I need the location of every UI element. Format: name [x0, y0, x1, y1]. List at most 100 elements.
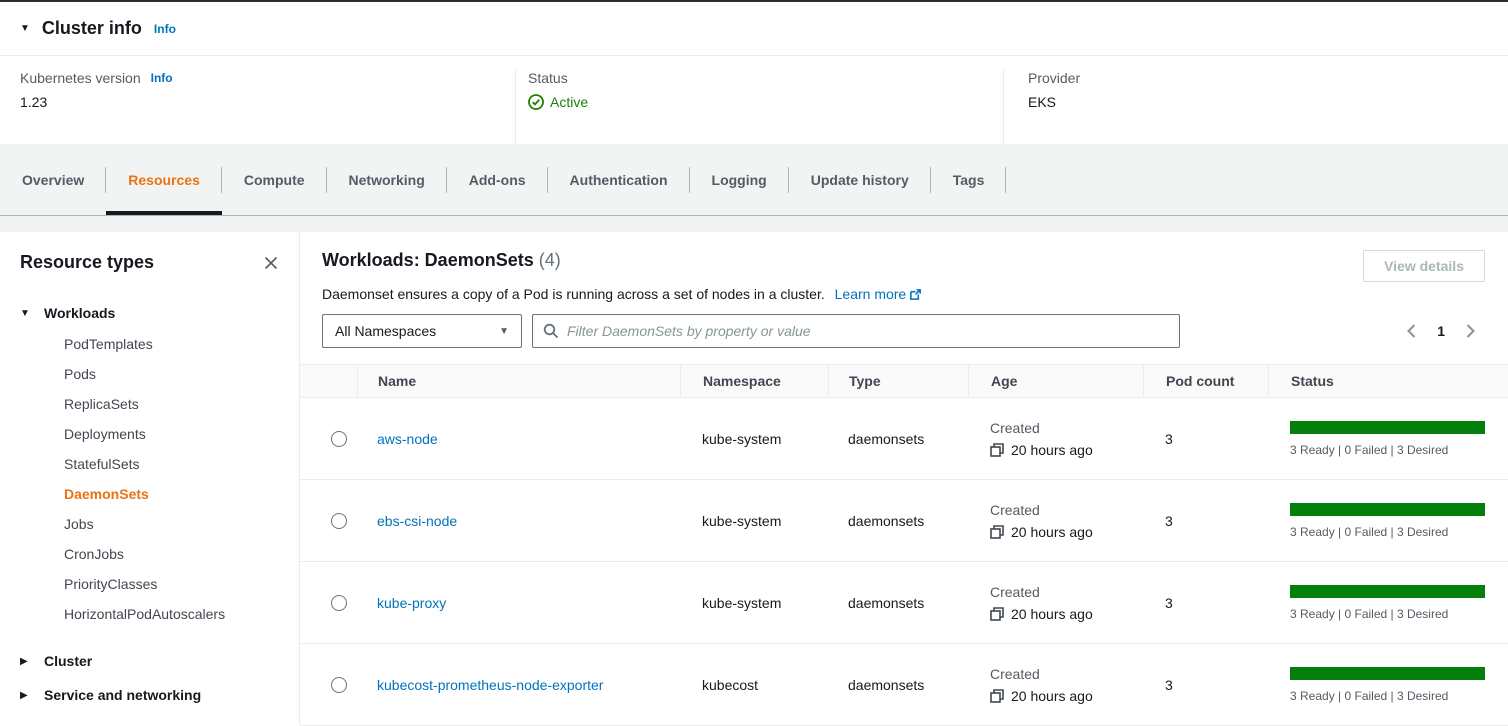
close-icon[interactable]: [263, 255, 279, 271]
view-details-button[interactable]: View details: [1363, 250, 1485, 282]
cluster-tabs: Overview Resources Compute Networking Ad…: [0, 144, 1508, 216]
namespace-cell: kubecost: [680, 677, 828, 693]
tab-resources[interactable]: Resources: [106, 144, 222, 215]
resource-types-panel: Resource types ▼ Workloads PodTemplatesP…: [0, 232, 300, 725]
pod-count-cell: 3: [1143, 513, 1268, 529]
caret-icon: ▼: [20, 308, 32, 319]
tab-authentication[interactable]: Authentication: [548, 144, 690, 215]
selection-column-header: [300, 365, 357, 397]
row-select-radio[interactable]: [331, 431, 347, 447]
sidebar-item-cronjobs[interactable]: CronJobs: [64, 539, 279, 569]
status-cell: 3 Ready | 0 Failed | 3 Desired: [1268, 503, 1508, 539]
column-header-type: Type: [828, 365, 968, 397]
daemonset-name-link[interactable]: ebs-csi-node: [377, 513, 457, 529]
daemonsets-table: Name Namespace Type Age Pod count Status…: [300, 364, 1508, 726]
daemonset-name-link[interactable]: kubecost-prometheus-node-exporter: [377, 677, 603, 693]
age-cell: Created 20 hours ago: [968, 502, 1143, 540]
tab-logging[interactable]: Logging: [690, 144, 789, 215]
table-header: Name Namespace Type Age Pod count Status: [300, 364, 1508, 398]
tab-compute[interactable]: Compute: [222, 144, 327, 215]
resource-types-title: Resource types: [20, 252, 154, 273]
namespace-select-value: All Namespaces: [335, 323, 436, 339]
status-cell: 3 Ready | 0 Failed | 3 Desired: [1268, 421, 1508, 457]
status-label: Status: [528, 70, 568, 86]
tab-update-history[interactable]: Update history: [789, 144, 931, 215]
status-field: Status Active: [515, 70, 1003, 144]
search-icon: [543, 323, 559, 339]
type-cell: daemonsets: [828, 677, 968, 693]
provider-value: EKS: [1028, 94, 1508, 110]
item-count: (4): [539, 250, 561, 270]
sidebar-item-priorityclasses[interactable]: PriorityClasses: [64, 569, 279, 599]
namespace-cell: kube-system: [680, 431, 828, 447]
copy-icon[interactable]: [990, 443, 1004, 457]
table-row: kubecost-prometheus-node-exporter kubeco…: [300, 644, 1508, 726]
panel-gap: [0, 216, 1508, 232]
tree-group-workloads[interactable]: ▼ Workloads: [20, 301, 279, 325]
collapse-caret-icon[interactable]: ▼: [20, 23, 30, 34]
sidebar-item-daemonsets[interactable]: DaemonSets: [64, 479, 279, 509]
status-cell: 3 Ready | 0 Failed | 3 Desired: [1268, 585, 1508, 621]
type-cell: daemonsets: [828, 431, 968, 447]
cluster-info-section: ▼ Cluster info Info Kubernetes version I…: [0, 2, 1508, 144]
status-bar: [1290, 503, 1485, 516]
cluster-info-title: Cluster info: [42, 18, 142, 39]
tab-tags[interactable]: Tags: [931, 144, 1007, 215]
learn-more-link[interactable]: Learn more: [835, 286, 923, 302]
search-field[interactable]: [532, 314, 1180, 348]
kubernetes-version-info-link[interactable]: Info: [151, 71, 173, 85]
status-value: Active: [550, 94, 588, 110]
sidebar-item-deployments[interactable]: Deployments: [64, 419, 279, 449]
column-header-age: Age: [968, 365, 1143, 397]
row-select-radio[interactable]: [331, 595, 347, 611]
age-cell: Created 20 hours ago: [968, 420, 1143, 458]
tab-overview[interactable]: Overview: [0, 144, 106, 215]
provider-field: Provider EKS: [1003, 70, 1508, 144]
status-bar: [1290, 421, 1485, 434]
daemonset-name-link[interactable]: aws-node: [377, 431, 438, 447]
namespace-cell: kube-system: [680, 595, 828, 611]
kubernetes-version-label: Kubernetes version: [20, 70, 141, 86]
caret-icon: ▶: [20, 656, 32, 667]
age-cell: Created 20 hours ago: [968, 584, 1143, 622]
type-cell: daemonsets: [828, 513, 968, 529]
search-input[interactable]: [567, 323, 1169, 339]
table-row: aws-node kube-system daemonsets Created …: [300, 398, 1508, 480]
table-row: kube-proxy kube-system daemonsets Create…: [300, 562, 1508, 644]
status-bar: [1290, 585, 1485, 598]
external-link-icon: [909, 288, 922, 301]
previous-page-icon[interactable]: [1406, 323, 1417, 339]
status-cell: 3 Ready | 0 Failed | 3 Desired: [1268, 667, 1508, 703]
pod-count-cell: 3: [1143, 677, 1268, 693]
tab-networking[interactable]: Networking: [327, 144, 447, 215]
tree-group-service-and-networking[interactable]: ▶ Service and networking: [20, 683, 279, 707]
copy-icon[interactable]: [990, 525, 1004, 539]
check-circle-icon: [528, 94, 544, 110]
tab-add-ons[interactable]: Add-ons: [447, 144, 548, 215]
cluster-info-info-link[interactable]: Info: [154, 22, 176, 36]
kubernetes-version-value: 1.23: [20, 94, 515, 110]
sidebar-item-horizontalpodautoscalers[interactable]: HorizontalPodAutoscalers: [64, 599, 279, 629]
resource-type-tree: ▼ Workloads PodTemplatesPodsReplicaSetsD…: [20, 301, 279, 707]
current-page-number[interactable]: 1: [1437, 323, 1445, 339]
sidebar-item-replicasets[interactable]: ReplicaSets: [64, 389, 279, 419]
provider-label: Provider: [1028, 70, 1080, 86]
sidebar-item-statefulsets[interactable]: StatefulSets: [64, 449, 279, 479]
daemonset-name-link[interactable]: kube-proxy: [377, 595, 446, 611]
kubernetes-version-field: Kubernetes version Info 1.23: [0, 70, 515, 144]
tree-group-cluster[interactable]: ▶ Cluster: [20, 649, 279, 673]
panel-description: Daemonset ensures a copy of a Pod is run…: [300, 286, 1508, 302]
age-cell: Created 20 hours ago: [968, 666, 1143, 704]
row-select-radio[interactable]: [331, 513, 347, 529]
sidebar-item-podtemplates[interactable]: PodTemplates: [64, 329, 279, 359]
row-select-radio[interactable]: [331, 677, 347, 693]
page-title: Workloads: DaemonSets (4): [322, 250, 561, 271]
sidebar-item-pods[interactable]: Pods: [64, 359, 279, 389]
pod-count-cell: 3: [1143, 431, 1268, 447]
next-page-icon[interactable]: [1465, 323, 1476, 339]
namespace-select[interactable]: All Namespaces ▼: [322, 314, 522, 348]
copy-icon[interactable]: [990, 607, 1004, 621]
copy-icon[interactable]: [990, 689, 1004, 703]
pagination: 1: [1406, 323, 1486, 339]
sidebar-item-jobs[interactable]: Jobs: [64, 509, 279, 539]
